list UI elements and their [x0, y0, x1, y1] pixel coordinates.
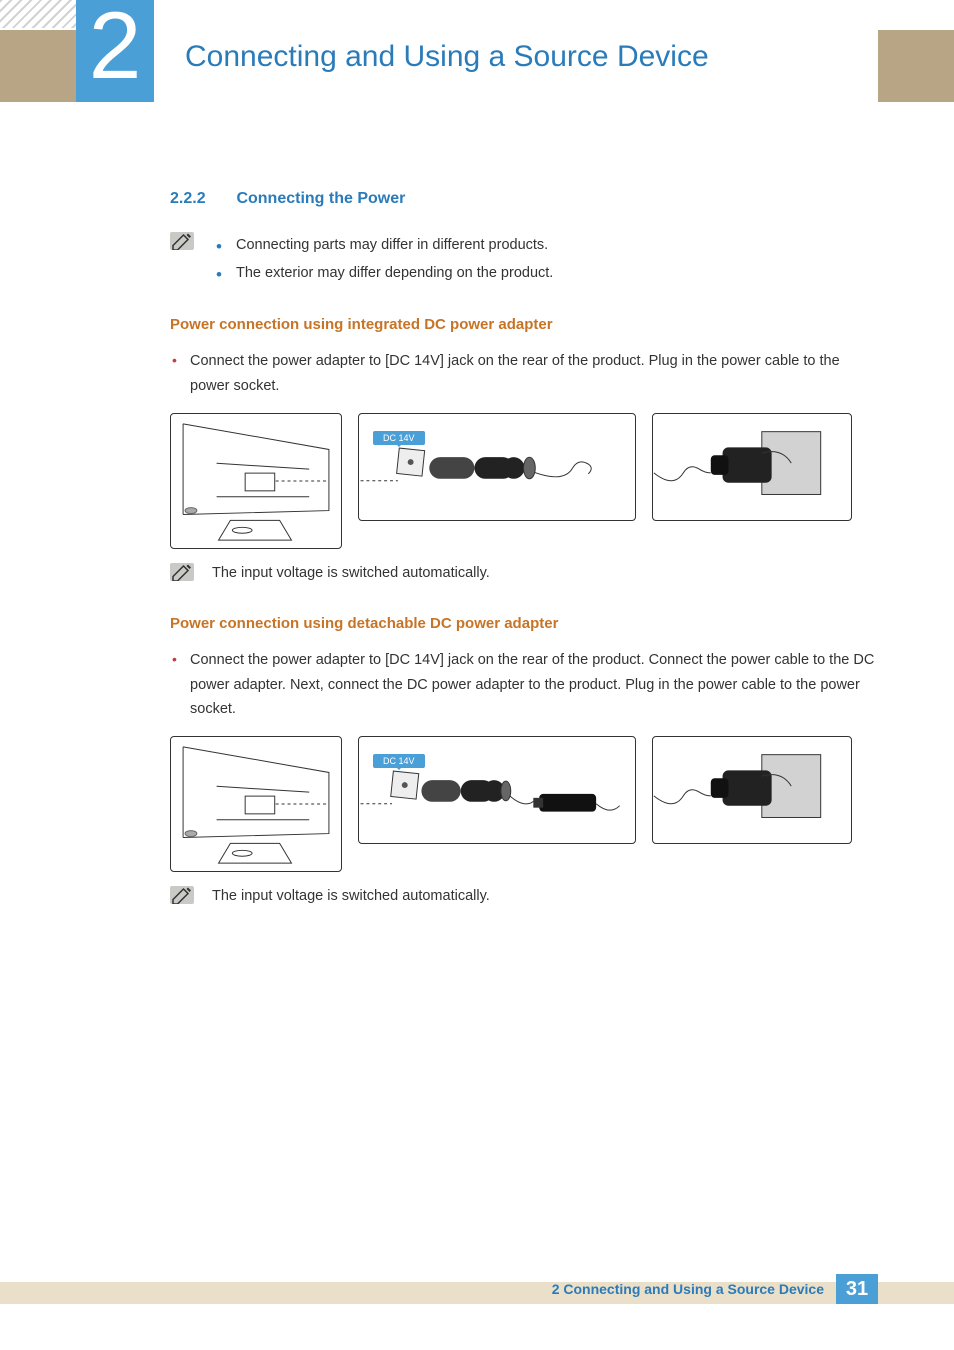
diagram-adapter-2	[358, 736, 636, 844]
intro-bullet-1: Connecting parts may differ in different…	[212, 233, 875, 258]
diagram-monitor-1	[170, 413, 342, 549]
sub2-heading: Power connection using detachable DC pow…	[170, 615, 875, 632]
section-number: 2.2.2	[170, 190, 232, 208]
sub2-para: Connect the power adapter to [DC 14V] ja…	[190, 648, 875, 722]
pencil-icon	[170, 563, 194, 581]
chapter-title: Connecting and Using a Source Device	[185, 40, 709, 74]
port-label-1: DC 14V	[373, 431, 425, 445]
sub2-bullet: Connect the power adapter to [DC 14V] ja…	[170, 648, 875, 722]
diagram-outlet-2	[652, 736, 852, 844]
sub1-bullet: Connect the power adapter to [DC 14V] ja…	[170, 349, 875, 398]
intro-bullet-2: The exterior may differ depending on the…	[212, 261, 875, 286]
sub1-footnote: The input voltage is switched automatica…	[212, 561, 875, 586]
bullet-icon	[170, 349, 190, 398]
section-heading: 2.2.2 Connecting the Power	[170, 190, 875, 208]
page: 2 Connecting and Using a Source Device 2…	[0, 0, 954, 1350]
sub1-footnote-row: The input voltage is switched automatica…	[170, 561, 875, 586]
bullet-icon	[170, 648, 190, 722]
intro-note-text: Connecting parts may differ in different…	[212, 230, 875, 288]
page-number: 31	[836, 1274, 878, 1304]
diagram-monitor-2	[170, 736, 342, 872]
decorative-hatch	[0, 0, 76, 28]
pencil-icon	[170, 232, 194, 250]
chapter-number: 2	[89, 0, 142, 99]
footer-text: 2 Connecting and Using a Source Device	[552, 1281, 824, 1297]
diagram-row-1	[170, 413, 875, 549]
intro-note: Connecting parts may differ in different…	[170, 230, 875, 288]
content-area: 2.2.2 Connecting the Power Connecting pa…	[170, 190, 875, 909]
sub2-footnote-row: The input voltage is switched automatica…	[170, 884, 875, 909]
chapter-number-box: 2	[76, 0, 154, 102]
intro-bullet-list: Connecting parts may differ in different…	[212, 233, 875, 285]
footer: 2 Connecting and Using a Source Device 3…	[552, 1274, 878, 1304]
pencil-icon	[170, 886, 194, 904]
sub1-heading: Power connection using integrated DC pow…	[170, 316, 875, 333]
sub2-footnote: The input voltage is switched automatica…	[212, 884, 875, 909]
diagram-adapter-1	[358, 413, 636, 521]
diagram-outlet-1	[652, 413, 852, 521]
sub1-para: Connect the power adapter to [DC 14V] ja…	[190, 349, 875, 398]
port-label-2: DC 14V	[373, 754, 425, 768]
diagram-row-2	[170, 736, 875, 872]
section-title: Connecting the Power	[236, 190, 405, 207]
